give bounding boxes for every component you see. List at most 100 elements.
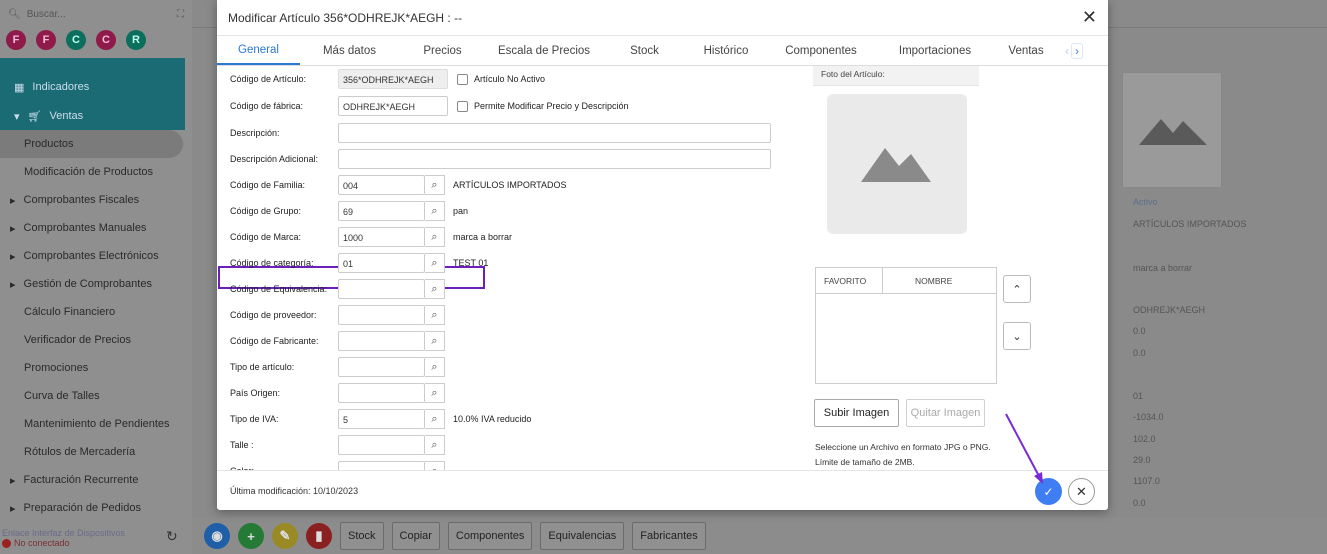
sidebar-search[interactable]: 🔍︎ Buscar... ⛶: [0, 0, 192, 28]
sidebar-item[interactable]: ▸ Comprobantes Manuales: [0, 214, 185, 242]
sidebar-item[interactable]: Curva de Talles: [0, 382, 185, 410]
tipo-articulo-input[interactable]: [338, 357, 425, 377]
equivalencia-input[interactable]: [338, 279, 425, 299]
search-icon[interactable]: ⌕: [425, 331, 445, 351]
add-button[interactable]: +: [238, 523, 264, 549]
quick-access-c1[interactable]: C: [66, 30, 86, 50]
grupo-input[interactable]: 69: [338, 201, 425, 221]
search-icon[interactable]: ⌕: [425, 435, 445, 455]
color-input[interactable]: [338, 461, 425, 470]
tab-ventas[interactable]: Ventas: [993, 36, 1059, 65]
move-down-button[interactable]: ⌄: [1003, 322, 1031, 350]
familia-input[interactable]: 004: [338, 175, 425, 195]
sidebar-item-ventas[interactable]: ▾ 🛒︎ Ventas: [0, 102, 185, 130]
tab-historico[interactable]: Histórico: [687, 36, 765, 65]
chevron-up-icon: ⌃: [1012, 283, 1022, 296]
device-interface-link[interactable]: Enlace Interfaz de Dispositivos: [2, 528, 192, 538]
bg-status: Activo: [1133, 197, 1158, 207]
tab-componentes[interactable]: Componentes: [765, 36, 877, 65]
search-icon[interactable]: ⌕: [425, 357, 445, 377]
tab-mas-datos[interactable]: Más datos: [300, 36, 399, 65]
sidebar-item[interactable]: Rótulos de Mercadería: [0, 438, 185, 466]
product-thumbnail: [1122, 72, 1222, 188]
tab-escala-precios[interactable]: Escala de Precios: [486, 36, 602, 65]
search-icon[interactable]: ⌕: [425, 175, 445, 195]
view-button[interactable]: ◉: [204, 523, 230, 549]
categoria-input[interactable]: 01: [338, 253, 425, 273]
checkbox-icon[interactable]: [457, 100, 468, 112]
edit-button[interactable]: ✎: [272, 523, 298, 549]
row-fabricante: Código de Fabricante: ⌕: [230, 331, 445, 351]
search-icon[interactable]: ⌕: [425, 253, 445, 273]
sidebar-item-label: Productos: [24, 138, 74, 150]
sync-icon[interactable]: ↻: [166, 528, 184, 546]
components-button[interactable]: Componentes: [447, 522, 533, 550]
tab-general[interactable]: General: [217, 36, 300, 65]
remove-image-button[interactable]: Quitar Imagen: [906, 399, 985, 427]
bg-family: ARTÍCULOS IMPORTADOS: [1133, 219, 1247, 229]
sidebar-search-input[interactable]: Buscar...: [27, 9, 66, 20]
quick-access-r[interactable]: R: [126, 30, 146, 50]
edit-article-modal: Modificar Artículo 356*ODHREJK*AEGH : --…: [217, 0, 1108, 510]
delete-button[interactable]: ▮: [306, 523, 332, 549]
sidebar-item[interactable]: Modificación de Productos: [0, 158, 185, 186]
no-activo-checkbox[interactable]: Artículo No Activo: [457, 73, 546, 85]
sidebar-item[interactable]: Verificador de Precios: [0, 326, 185, 354]
search-icon[interactable]: ⌕: [425, 305, 445, 325]
upload-image-button[interactable]: Subir Imagen: [814, 399, 899, 427]
description-input[interactable]: [338, 123, 771, 143]
proveedor-input[interactable]: [338, 305, 425, 325]
checkbox-icon[interactable]: [457, 73, 468, 85]
sidebar-item[interactable]: Mantenimiento de Pendientes: [0, 410, 185, 438]
permite-modificar-checkbox[interactable]: Permite Modificar Precio y Descripción: [457, 100, 629, 112]
additional-description-input[interactable]: [338, 149, 771, 169]
expand-icon[interactable]: ⛶: [177, 9, 184, 20]
chevron-left-icon[interactable]: ‹: [1065, 44, 1069, 58]
chevron-right-icon[interactable]: ›: [1071, 42, 1083, 59]
close-icon[interactable]: ✕: [1082, 7, 1097, 28]
talle-input[interactable]: [338, 435, 425, 455]
sidebar-item[interactable]: ▸ Comprobantes Electrónicos: [0, 242, 185, 270]
error-icon: [2, 538, 11, 548]
manufacturers-button[interactable]: Fabricantes: [632, 522, 706, 550]
equivalences-button[interactable]: Equivalencias: [540, 522, 625, 550]
confirm-button[interactable]: ✓: [1035, 478, 1062, 505]
tab-stock[interactable]: Stock: [602, 36, 687, 65]
tab-importaciones[interactable]: Importaciones: [877, 36, 993, 65]
search-icon[interactable]: ⌕: [425, 279, 445, 299]
sidebar-item-indicadores[interactable]: ▦ Indicadores: [0, 58, 185, 102]
move-up-button[interactable]: ⌃: [1003, 275, 1031, 303]
sidebar-item-label: Curva de Talles: [24, 390, 100, 402]
search-icon[interactable]: ⌕: [425, 409, 445, 429]
sidebar-item[interactable]: ▸ Facturación Recurrente: [0, 466, 185, 494]
tab-precios[interactable]: Precios: [399, 36, 486, 65]
sidebar-item-label: Ventas: [49, 110, 84, 122]
factory-code-input[interactable]: ODHREJK*AEGH: [338, 96, 448, 116]
pais-origen-input[interactable]: [338, 383, 425, 403]
stock-button[interactable]: Stock: [340, 522, 384, 550]
quick-access-f1[interactable]: F: [6, 30, 26, 50]
search-icon[interactable]: ⌕: [425, 461, 445, 470]
chevron-down-icon: ⌄: [1012, 330, 1022, 343]
tipo-iva-input[interactable]: 5: [338, 409, 425, 429]
quick-access-c2[interactable]: C: [96, 30, 116, 50]
quick-access-f2[interactable]: F: [36, 30, 56, 50]
search-icon[interactable]: ⌕: [425, 227, 445, 247]
sidebar-item[interactable]: ▸ Gestión de Comprobantes: [0, 270, 185, 298]
row-tipo-articulo: Tipo de artículo: ⌕: [230, 357, 445, 377]
cancel-button[interactable]: ✕: [1068, 478, 1095, 505]
categoria-description: TEST 01: [453, 258, 489, 268]
sidebar-item[interactable]: Productos: [0, 130, 183, 158]
search-icon[interactable]: ⌕: [425, 383, 445, 403]
images-table-header: FAVORITO NOMBRE: [816, 268, 996, 294]
search-icon[interactable]: ⌕: [425, 201, 445, 221]
copy-button[interactable]: Copiar: [391, 522, 440, 550]
fabricante-input[interactable]: [338, 331, 425, 351]
sidebar-item[interactable]: Promociones: [0, 354, 185, 382]
sidebar-item[interactable]: ▸ Preparación de Pedidos: [0, 494, 185, 522]
sidebar-item[interactable]: Cálculo Financiero: [0, 298, 185, 326]
sidebar-item[interactable]: ▸ Comprobantes Fiscales: [0, 186, 185, 214]
tab-scroll: ‹ ›: [1059, 36, 1083, 65]
marca-input[interactable]: 1000: [338, 227, 425, 247]
checkbox-label: Artículo No Activo: [474, 74, 546, 84]
